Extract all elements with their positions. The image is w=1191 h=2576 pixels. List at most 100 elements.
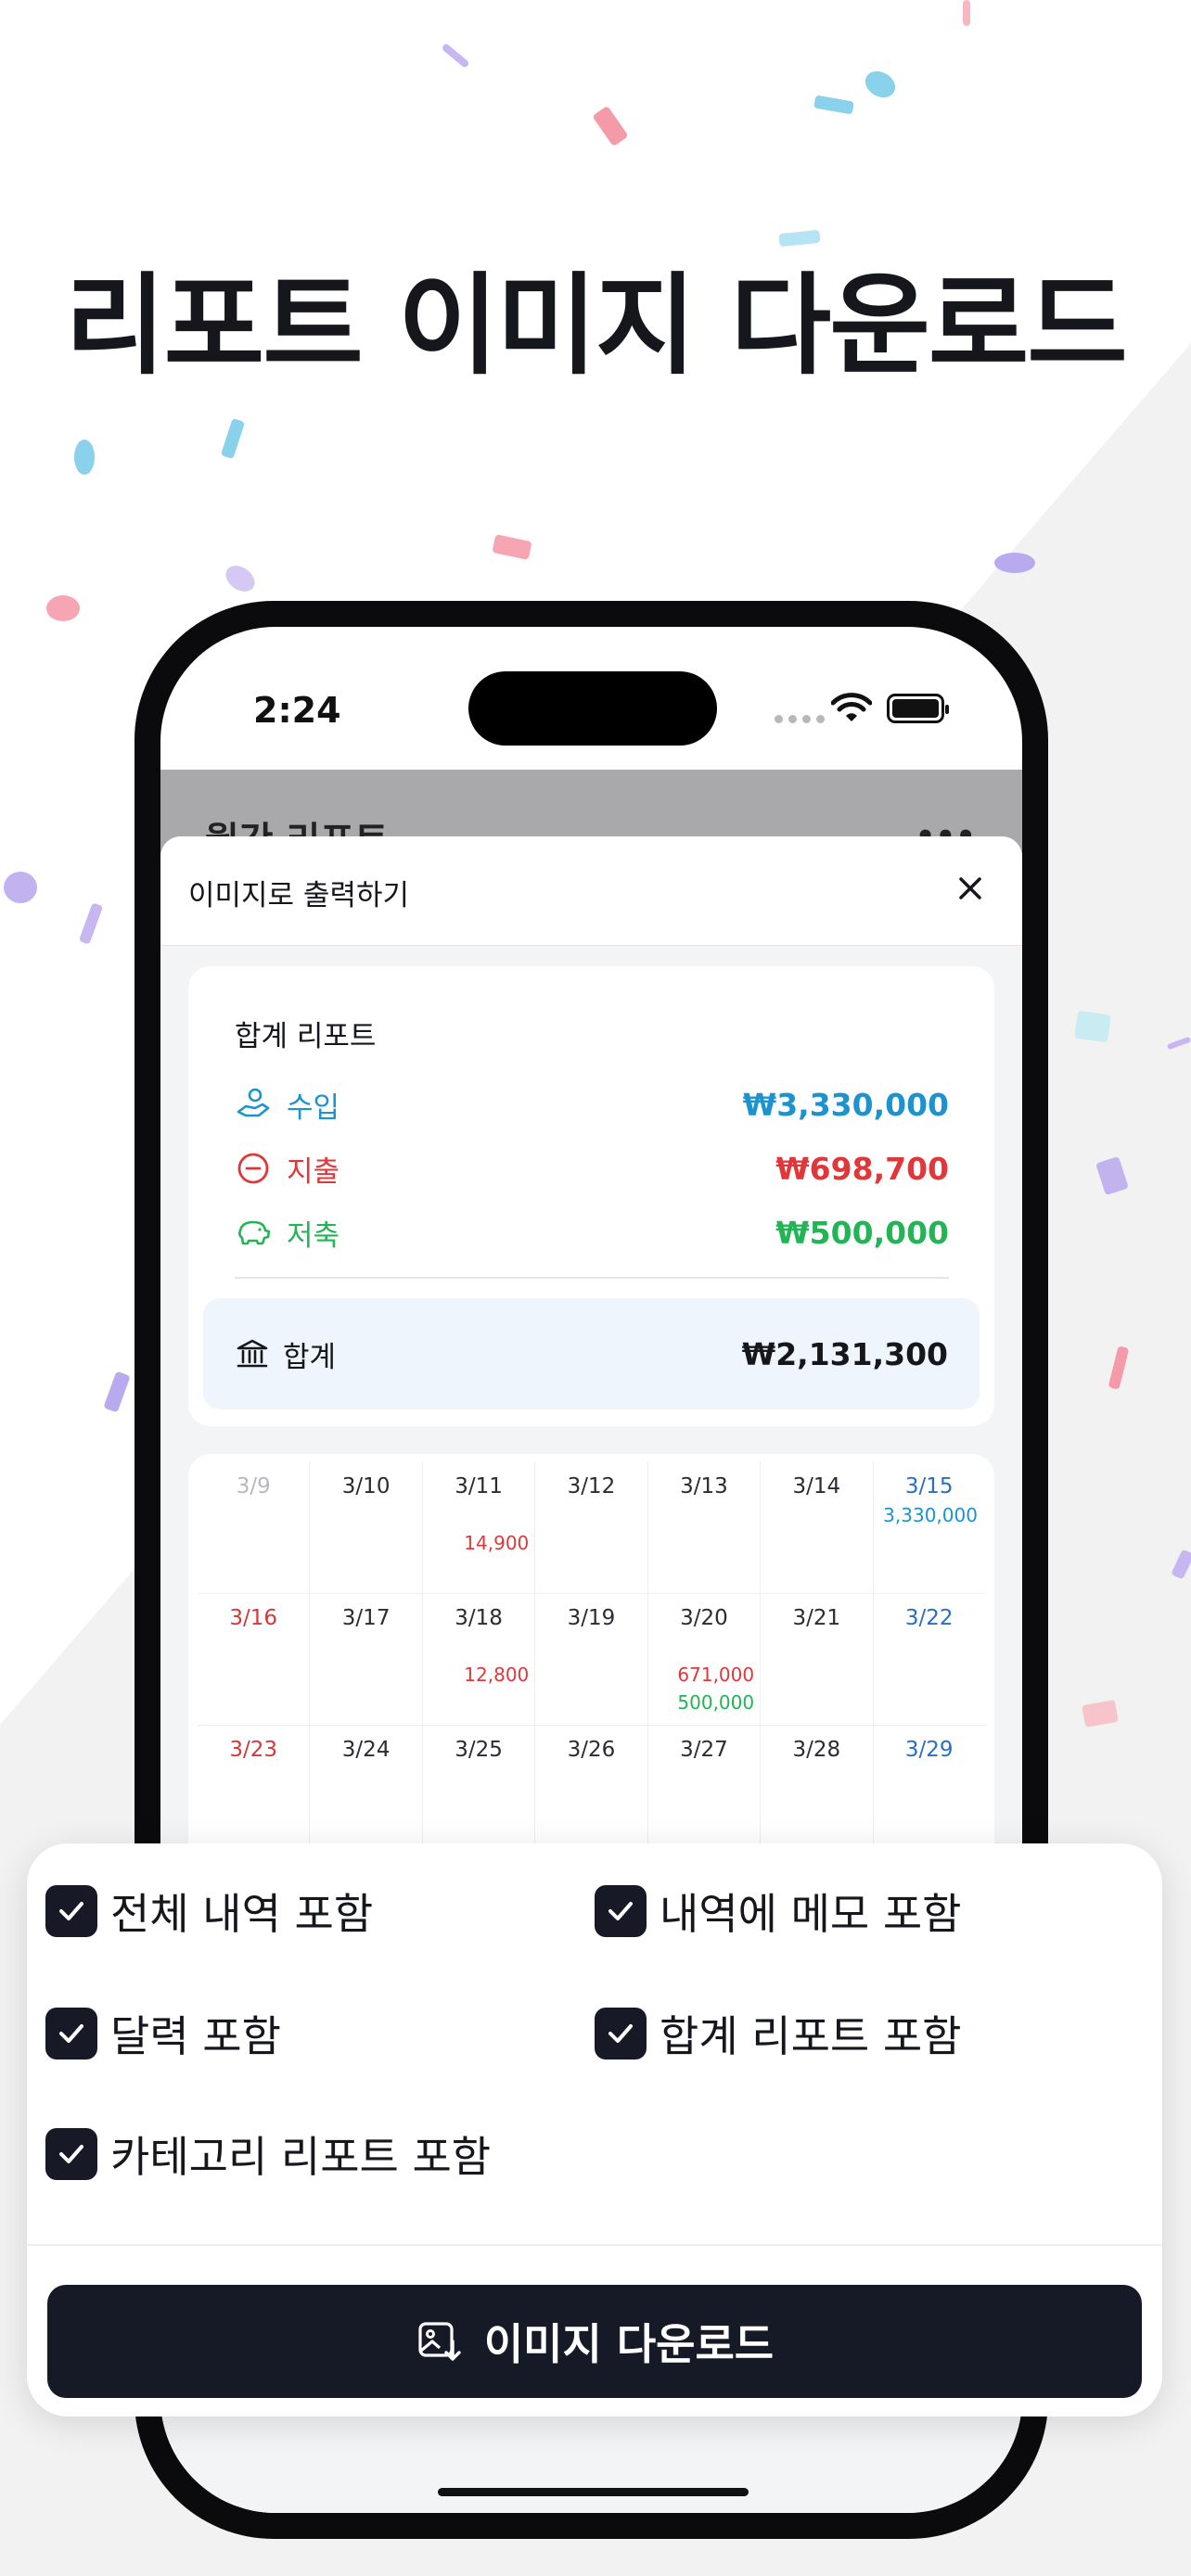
calendar-day-cell[interactable]: 3/17	[310, 1593, 423, 1725]
calendar-day-cell[interactable]: 3/9	[198, 1461, 311, 1593]
calendar-day-cell[interactable]: 3/15 3,330,000	[874, 1461, 985, 1593]
calendar-day-cell[interactable]: 3/21	[761, 1593, 874, 1725]
summary-title: 합계 리포트	[235, 1020, 377, 1053]
download-button-label: 이미지 다운로드	[483, 2319, 775, 2369]
cellular-signal-icon	[775, 715, 825, 723]
calendar-day-cell[interactable]: 3/14	[761, 1461, 874, 1593]
calendar-date: 3/17	[341, 1606, 391, 1630]
calendar-day-cell[interactable]: 3/11 14,900	[423, 1461, 536, 1593]
calendar-date: 3/27	[680, 1738, 728, 1762]
option-label: 카테고리 리포트 포함	[110, 2132, 492, 2182]
total-amount: ₩2,131,300	[741, 1335, 948, 1372]
option-label: 내역에 메모 포함	[660, 1889, 962, 1939]
summary-card: 합계 리포트 수입 ₩3,330,000 지출 ₩698,700 저축 ₩500…	[188, 966, 994, 1426]
option-all-history[interactable]: 전체 내역 포함	[45, 1881, 373, 1942]
calendar-date: 3/29	[904, 1738, 954, 1762]
calendar-date: 3/9	[236, 1474, 271, 1498]
battery-icon	[887, 694, 949, 723]
confetti	[963, 0, 970, 26]
calendar-day-cell[interactable]: 3/18 12,800	[423, 1593, 536, 1725]
confetti	[46, 595, 80, 621]
calendar-day-cell[interactable]: 3/28	[761, 1725, 874, 1856]
calendar-date: 3/12	[567, 1474, 616, 1498]
sheet-header: 이미지로 출력하기	[160, 836, 1022, 946]
saving-amount: ₩500,000	[775, 1214, 949, 1251]
calendar-date: 3/23	[229, 1738, 278, 1762]
piggy-bank-icon	[238, 1220, 271, 1245]
sheet-title: 이미지로 출력하기	[188, 879, 410, 912]
calendar-week-row: 3/9 3/10 3/11 14,900 3/12 3/13 3/14 3/15 3,330,0…	[198, 1461, 985, 1593]
option-summary[interactable]: 합계 리포트 포함	[595, 2003, 961, 2064]
option-memo[interactable]: 내역에 메모 포함	[595, 1881, 961, 1942]
checkbox-checked-icon[interactable]	[595, 2008, 647, 2060]
calendar-date: 3/13	[680, 1474, 728, 1498]
calendar-date: 3/10	[341, 1474, 391, 1498]
calendar-date: 3/26	[567, 1738, 616, 1762]
home-indicator	[438, 2488, 749, 2496]
income-label: 수입	[287, 1090, 340, 1125]
option-label: 합계 리포트 포함	[660, 2011, 962, 2061]
calendar-date: 3/22	[904, 1606, 954, 1630]
calendar-saving-amount: 500,000	[677, 1691, 755, 1714]
calendar-day-cell[interactable]: 3/22	[874, 1593, 985, 1725]
checkbox-checked-icon[interactable]	[595, 1885, 647, 1937]
expense-minus-icon	[237, 1153, 269, 1184]
calendar-week-row: 3/23 3/24 3/25 3/26 3/27 3/28 3/29	[198, 1725, 985, 1856]
option-calendar[interactable]: 달력 포함	[45, 2003, 281, 2064]
calendar-day-cell[interactable]: 3/25	[423, 1725, 536, 1856]
income-amount: ₩3,330,000	[742, 1086, 949, 1123]
headline: 리포트 이미지 다운로드	[65, 261, 1128, 389]
confetti	[74, 440, 95, 475]
calendar-day-cell[interactable]: 3/24	[310, 1725, 423, 1856]
close-icon[interactable]	[946, 864, 994, 912]
calendar-day-cell[interactable]: 3/19	[535, 1593, 648, 1725]
checkbox-checked-icon[interactable]	[45, 2128, 97, 2180]
calendar-date: 3/18	[455, 1606, 503, 1630]
saving-label: 저축	[287, 1218, 340, 1253]
calendar-day-cell[interactable]: 3/23	[198, 1725, 311, 1856]
calendar-date: 3/15	[904, 1474, 954, 1498]
wifi-icon	[831, 693, 872, 721]
calendar-day-cell[interactable]: 3/13	[648, 1461, 762, 1593]
calendar-date: 3/21	[792, 1606, 841, 1630]
download-image-button[interactable]: 이미지 다운로드	[47, 2285, 1142, 2398]
confetti	[994, 553, 1035, 573]
divider	[27, 2244, 1162, 2246]
expense-amount: ₩698,700	[775, 1150, 949, 1187]
income-hand-icon	[237, 1088, 270, 1117]
calendar-day-cell[interactable]: 3/26	[535, 1725, 648, 1856]
export-options-panel: 전체 내역 포함 내역에 메모 포함 달력 포함 합계 리포트 포함 카테고리 …	[27, 1843, 1162, 2417]
calendar-income-amount: 3,330,000	[883, 1504, 978, 1526]
status-time: 2:24	[253, 690, 341, 731]
calendar-day-cell[interactable]: 3/27	[648, 1725, 762, 1856]
calendar-date: 3/28	[792, 1738, 841, 1762]
calendar-week-row: 3/16 3/17 3/18 12,800 3/19 3/20 671,000 500,000…	[198, 1593, 985, 1725]
calendar-date: 3/24	[341, 1738, 391, 1762]
calendar-date: 3/19	[567, 1606, 616, 1630]
calendar-date: 3/25	[455, 1738, 503, 1762]
image-download-icon	[418, 2322, 461, 2361]
confetti	[1074, 1010, 1111, 1043]
income-row: 수입 ₩3,330,000	[235, 1081, 949, 1128]
calendar-expense-amount: 14,900	[464, 1532, 530, 1554]
saving-row: 저축 ₩500,000	[235, 1209, 949, 1256]
dynamic-island	[468, 671, 717, 746]
divider	[235, 1277, 949, 1279]
calendar-day-cell[interactable]: 3/10	[310, 1461, 423, 1593]
option-label: 전체 내역 포함	[110, 1889, 374, 1939]
bank-icon	[237, 1339, 268, 1368]
option-label: 달력 포함	[110, 2011, 281, 2061]
calendar-day-cell[interactable]: 3/16	[198, 1593, 311, 1725]
calendar-day-cell[interactable]: 3/12	[535, 1461, 648, 1593]
option-category[interactable]: 카테고리 리포트 포함	[45, 2123, 491, 2185]
calendar-day-cell[interactable]: 3/29	[874, 1725, 985, 1856]
checkbox-checked-icon[interactable]	[45, 2008, 97, 2060]
expense-label: 지출	[287, 1154, 340, 1189]
calendar-date: 3/11	[455, 1474, 503, 1498]
calendar-date: 3/16	[229, 1606, 278, 1630]
total-row: 합계 ₩2,131,300	[203, 1298, 980, 1409]
calendar-day-cell[interactable]: 3/20 671,000 500,000	[648, 1593, 762, 1725]
confetti	[4, 872, 37, 903]
calendar-date: 3/14	[792, 1474, 841, 1498]
checkbox-checked-icon[interactable]	[45, 1885, 97, 1937]
